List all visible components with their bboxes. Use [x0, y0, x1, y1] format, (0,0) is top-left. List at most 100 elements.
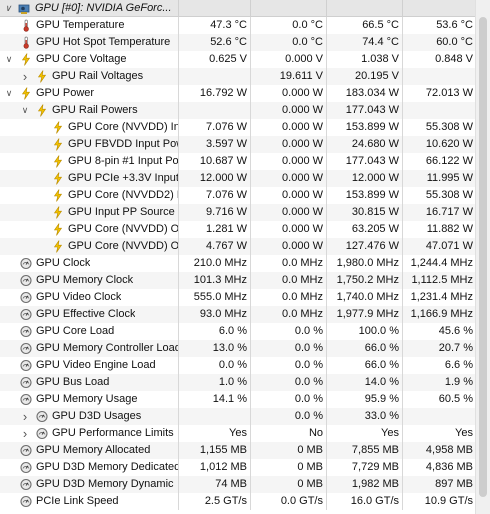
sensor-min-value: 0.0 MHz [250, 272, 326, 289]
sensor-row[interactable]: GPU Memory Allocated 1,155 MB 0 MB 7,855 MB… [0, 442, 490, 459]
sensor-label: GPU Input PP Source P... [68, 206, 178, 218]
sensor-row[interactable]: GPU Memory Usage 14.1 % 0.0 % 95.9 % 60.5 % [0, 391, 490, 408]
sensor-row[interactable]: GPU Hot Spot Temperature 52.6 °C 0.0 °C 74.… [0, 34, 490, 51]
sensor-min-value: 0.0 MHz [250, 289, 326, 306]
sensor-current-value: 0.0 % [178, 357, 250, 374]
sensor-row[interactable]: GPU Video Clock 555.0 MHz 0.0 MHz 1,740.0 M… [0, 289, 490, 306]
sensor-row[interactable]: GPU Core (NVVDD) Inp...7.076 W0.000 W153… [0, 119, 490, 136]
sensor-min-value: 0.0 MHz [250, 306, 326, 323]
gauge-icon [20, 274, 32, 287]
sensor-row[interactable]: GPU Memory Clock 101.3 MHz 0.0 MHz 1,750.2 … [0, 272, 490, 289]
chevron-right-icon[interactable]: › [20, 408, 30, 425]
sensor-min-value: 0.000 W [250, 170, 326, 187]
sensor-label: GPU Rail Voltages [52, 70, 144, 82]
gauge-icon [20, 393, 32, 406]
sensor-avg-value: 47.071 W [402, 238, 476, 255]
sensor-row[interactable]: GPU Clock 210.0 MHz 0.0 MHz 1,980.0 MHz 1,24… [0, 255, 490, 272]
sensor-row[interactable]: GPU 8-pin #1 Input Po... 10.687 W 0.000 W1… [0, 153, 490, 170]
sensor-row[interactable]: › GPU Performance Limits Yes No Yes Yes [0, 425, 490, 442]
lightning-icon [36, 70, 48, 83]
gauge-icon [36, 427, 48, 440]
sensor-row[interactable]: ∨ GPU Rail Powers 0.000 W 177.043 W [0, 102, 490, 119]
sensor-label: GPU Core (NVVDD) Out... [68, 223, 178, 235]
sensor-avg-value: 6.6 % [402, 357, 476, 374]
sensor-label: GPU Video Clock [36, 291, 122, 303]
sensor-row[interactable]: GPU D3D Memory Dedicated 1,012 MB 0 MB 7,72… [0, 459, 490, 476]
lightning-icon [52, 121, 64, 134]
sensor-max-value: 183.034 W [326, 85, 402, 102]
sensor-current-value: 7.076 W [178, 119, 250, 136]
header-col-current [178, 0, 250, 17]
sensor-avg-value: 16.717 W [402, 204, 476, 221]
sensor-row[interactable]: GPU D3D Memory Dynamic 74 MB 0 MB 1,982 MB 8… [0, 476, 490, 493]
sensor-row[interactable]: ∨ GPU Power 16.792 W 0.000 W 183.034 W 72.013… [0, 85, 490, 102]
sensor-avg-value: 45.6 % [402, 323, 476, 340]
sensor-row[interactable]: › GPU D3D Usages 0.0 % 33.0 % [0, 408, 490, 425]
sensor-row[interactable]: GPU Bus Load 1.0 % 0.0 % 14.0 % 1.9 % [0, 374, 490, 391]
chevron-down-icon[interactable]: ∨ [4, 85, 14, 102]
sensor-max-value: 63.205 W [326, 221, 402, 238]
sensor-row[interactable]: GPU Temperature 47.3 °C 0.0 °C 66.5 °C 53.6 … [0, 17, 490, 34]
sensor-row[interactable]: GPU Input PP Source P...9.716 W0.000 W30… [0, 204, 490, 221]
sensor-row[interactable]: PCIe Link Speed 2.5 GT/s 0.0 GT/s 16.0 GT/s… [0, 493, 490, 510]
sensor-min-value: 0.0 % [250, 391, 326, 408]
sensor-label: GPU Core (NVVDD) Out... [68, 240, 178, 252]
sensor-current-value: 2.5 GT/s [178, 493, 250, 510]
sensor-row[interactable]: GPU Effective Clock 93.0 MHz 0.0 MHz 1,977.… [0, 306, 490, 323]
sensor-max-value: 16.0 GT/s [326, 493, 402, 510]
chevron-down-icon[interactable]: ∨ [3, 0, 13, 17]
sensor-min-value: 0.0 °C [250, 34, 326, 51]
chevron-right-icon[interactable]: › [20, 425, 30, 442]
sensor-tree[interactable]: ∨ GPU [#0]: NVIDIA GeForc... GPU Tempera… [0, 0, 490, 514]
sensor-max-value: 30.815 W [326, 204, 402, 221]
sensor-label: GPU Hot Spot Temperature [36, 36, 171, 48]
thermometer-icon [20, 19, 32, 32]
sensor-label: GPU D3D Memory Dedicated [36, 461, 178, 473]
header-col-avg [402, 0, 476, 17]
scrollbar-thumb[interactable] [479, 17, 487, 497]
chevron-down-icon[interactable]: ∨ [4, 51, 14, 68]
gpu-group-header[interactable]: ∨ GPU [#0]: NVIDIA GeForc... [0, 0, 490, 17]
sensor-max-value: 177.043 W [326, 153, 402, 170]
sensor-max-value: 153.899 W [326, 119, 402, 136]
sensor-max-value: 24.680 W [326, 136, 402, 153]
sensor-row[interactable]: GPU Core Load 6.0 % 0.0 % 100.0 % 45.6 % [0, 323, 490, 340]
sensor-row[interactable]: GPU Core (NVVDD) Out...4.767 W0.000 W127… [0, 238, 490, 255]
sensor-row[interactable]: GPU Core (NVVDD2) In...7.076 W0.000 W153… [0, 187, 490, 204]
sensor-label: GPU Clock [36, 257, 91, 269]
lightning-icon [52, 155, 64, 168]
sensor-min-value: 0.000 W [250, 204, 326, 221]
sensor-current-value: 52.6 °C [178, 34, 250, 51]
vertical-scrollbar[interactable] [475, 0, 490, 514]
sensor-avg-value: 0.848 V [402, 51, 476, 68]
sensor-label: GPU Memory Controller Load [36, 342, 178, 354]
sensor-min-value: 0.0 % [250, 340, 326, 357]
sensor-row[interactable]: GPU FBVDD Input Power3.597 W0.000 W24.68… [0, 136, 490, 153]
sensor-row[interactable]: ∨ GPU Core Voltage 0.625 V 0.000 V 1.038 V 0.… [0, 51, 490, 68]
header-col-max [326, 0, 402, 17]
sensor-avg-value: 20.7 % [402, 340, 476, 357]
sensor-row[interactable]: GPU Core (NVVDD) Out...1.281 W0.000 W63.… [0, 221, 490, 238]
header-col-min [250, 0, 326, 17]
sensor-current-value: 3.597 W [178, 136, 250, 153]
chevron-right-icon[interactable]: › [20, 68, 30, 85]
sensor-min-value: 19.611 V [250, 68, 326, 85]
sensor-avg-value: 53.6 °C [402, 17, 476, 34]
sensor-min-value: 0 MB [250, 442, 326, 459]
sensor-current-value [178, 408, 250, 425]
sensor-max-value: 153.899 W [326, 187, 402, 204]
sensor-current-value: 12.000 W [178, 170, 250, 187]
sensor-avg-value: 55.308 W [402, 119, 476, 136]
chevron-down-icon[interactable]: ∨ [20, 102, 30, 119]
sensor-current-value: 0.625 V [178, 51, 250, 68]
gauge-icon [36, 410, 48, 423]
sensor-max-value: 74.4 °C [326, 34, 402, 51]
sensor-row[interactable]: GPU Video Engine Load 0.0 % 0.0 % 66.0 % 6.6… [0, 357, 490, 374]
sensor-current-value: 1,155 MB [178, 442, 250, 459]
gauge-icon [20, 444, 32, 457]
sensor-min-value: 0.0 °C [250, 17, 326, 34]
sensor-row[interactable]: GPU PCIe +3.3V Input ...12.000 W0.000 W1… [0, 170, 490, 187]
sensor-label: GPU Power [36, 87, 95, 99]
sensor-row[interactable]: › GPU Rail Voltages 19.611 V 20.195 V [0, 68, 490, 85]
sensor-row[interactable]: GPU Memory Controller Load 13.0 % 0.0 % 66.… [0, 340, 490, 357]
